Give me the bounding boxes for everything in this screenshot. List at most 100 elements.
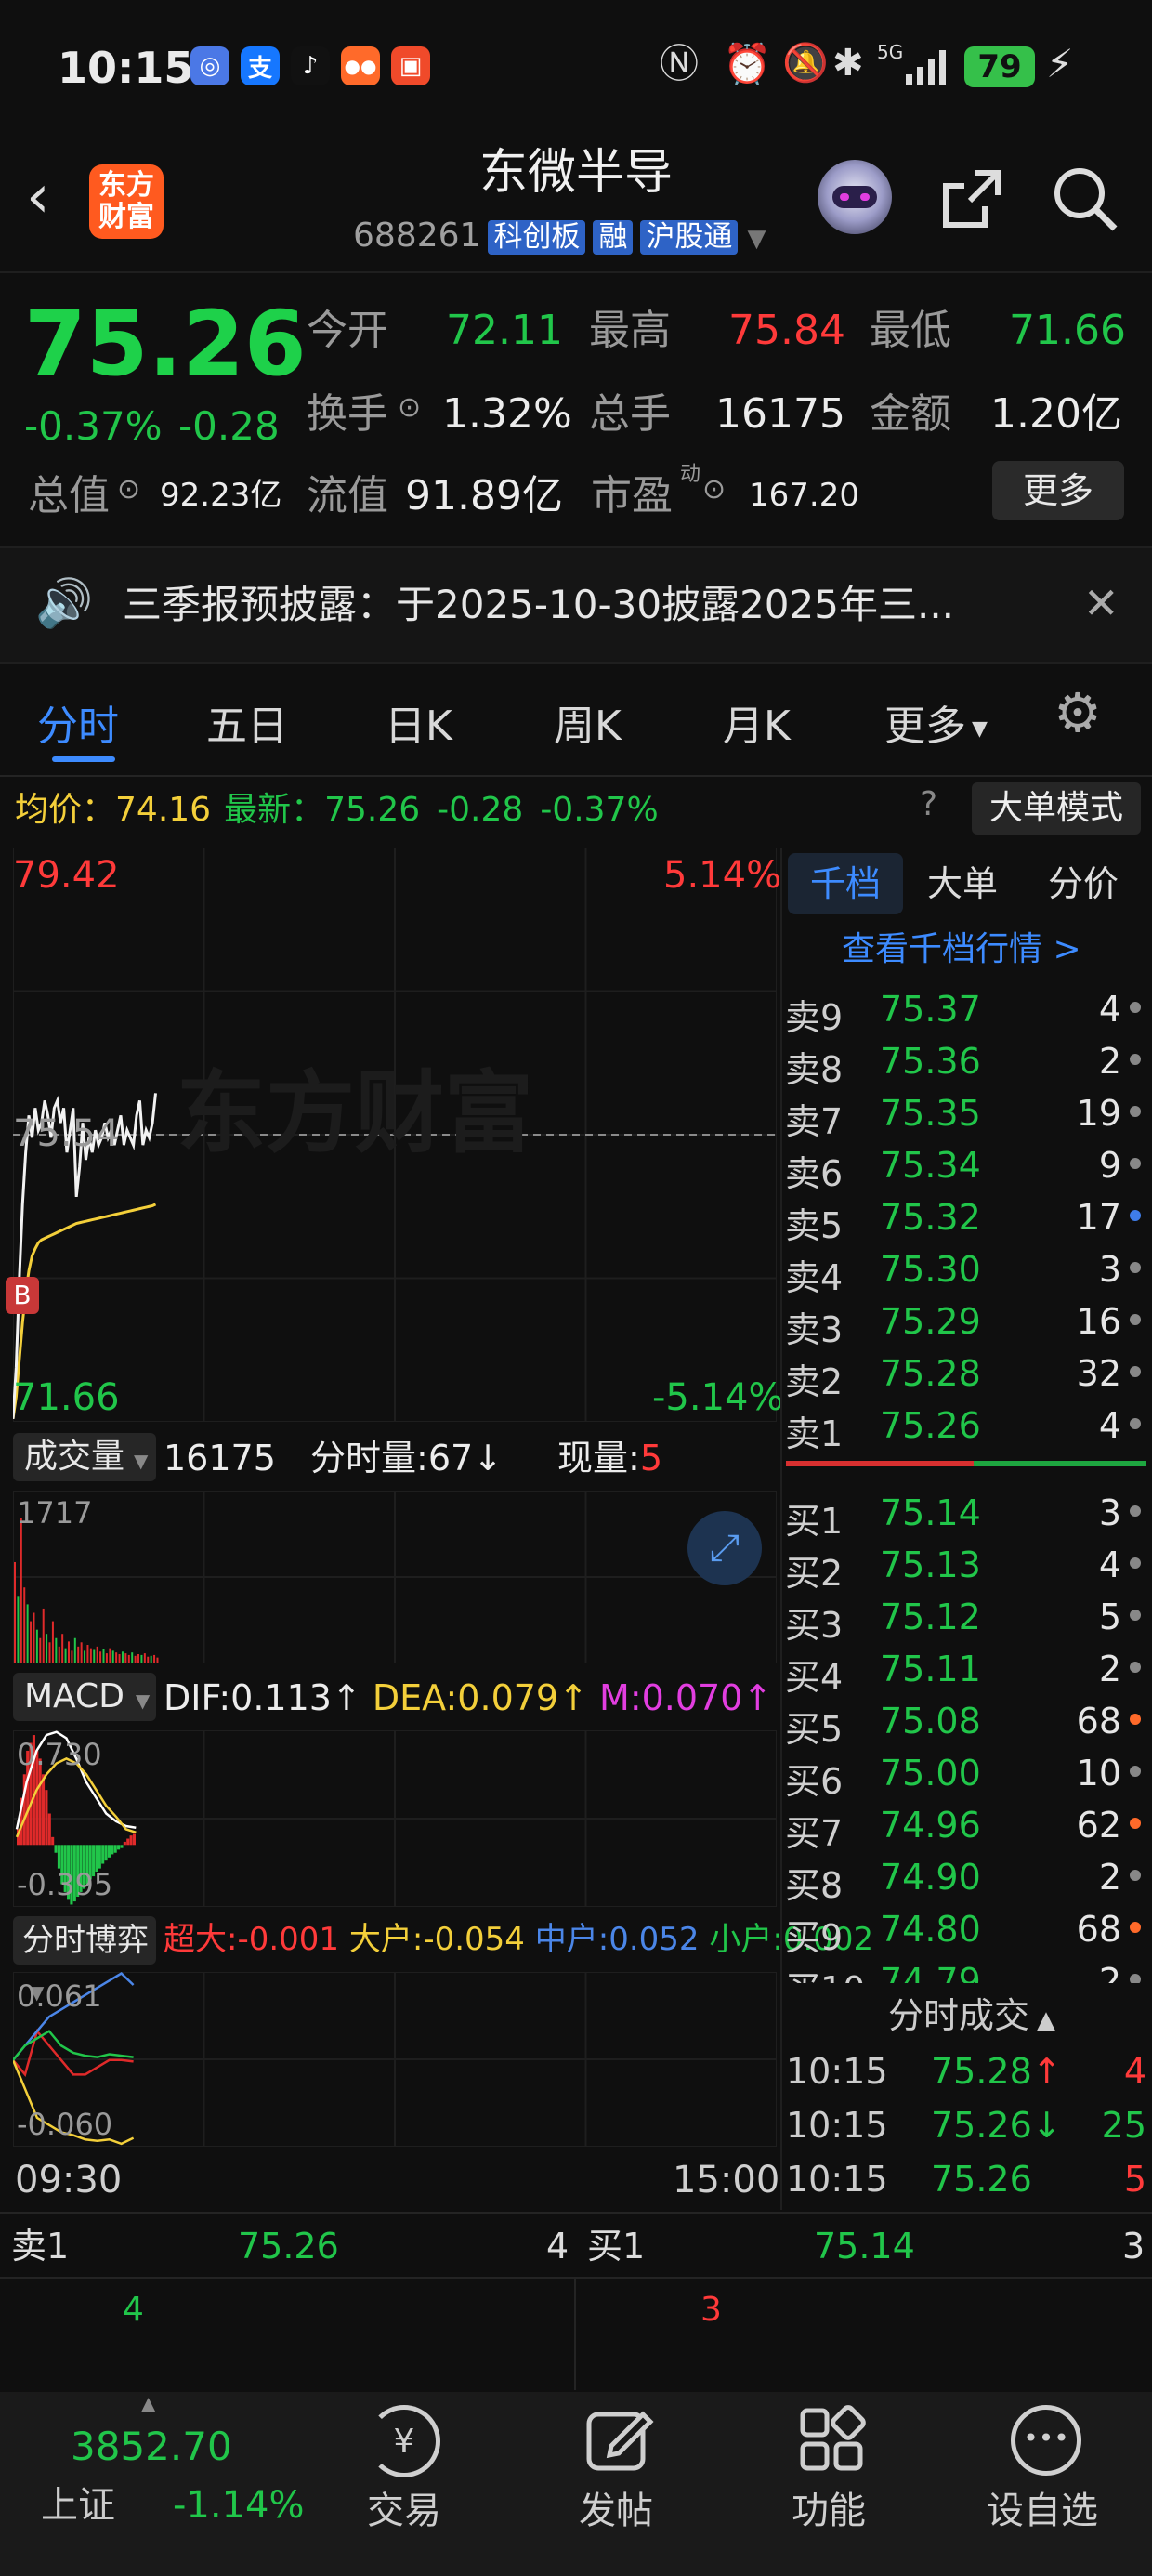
tab-more[interactable]: 更多 ▼ bbox=[884, 692, 988, 752]
order-dot bbox=[1130, 1557, 1141, 1569]
divider bbox=[0, 271, 1152, 273]
index-value[interactable]: 3852.70 bbox=[71, 2427, 232, 2466]
stock-code: 688261 bbox=[353, 217, 481, 255]
macd-bar bbox=[47, 1813, 51, 1846]
period-volume-label: 分时量: bbox=[310, 1438, 428, 1479]
big-order-mode-button[interactable]: 大单模式 bbox=[972, 782, 1141, 835]
ask-row[interactable]: 卖9 75.37 4 bbox=[785, 983, 1147, 1038]
stock-code-row[interactable]: 688261 科创板融沪股通 ▼ bbox=[353, 219, 766, 255]
tab-price-dist[interactable]: 分价 bbox=[1048, 866, 1119, 901]
ask-price: 75.37 bbox=[880, 989, 981, 1030]
volume-bar bbox=[127, 1654, 130, 1663]
current-volume-label: 现量: bbox=[557, 1438, 640, 1479]
bid-row[interactable]: 买4 75.11 2 bbox=[785, 1643, 1147, 1698]
high-label: 最高 bbox=[589, 307, 671, 354]
speaker-icon: 🔊 bbox=[35, 576, 94, 630]
macd-bar bbox=[57, 1845, 60, 1869]
volume-bar bbox=[80, 1642, 83, 1663]
ask-row[interactable]: 卖3 75.29 16 bbox=[785, 1295, 1147, 1350]
trade-icon[interactable]: ¥ bbox=[368, 2405, 440, 2477]
function-grid-icon[interactable] bbox=[797, 2405, 868, 2476]
ask-row[interactable]: 卖2 75.28 32 bbox=[785, 1347, 1147, 1402]
volume-bar bbox=[39, 1637, 42, 1663]
macd-chart[interactable] bbox=[13, 1730, 777, 1907]
bid-row[interactable]: 买7 74.96 62 bbox=[785, 1799, 1147, 1854]
divider bbox=[0, 775, 1152, 777]
buy-marker[interactable]: B bbox=[6, 1277, 39, 1314]
close-icon[interactable]: ✕ bbox=[1083, 582, 1119, 624]
macd-bar bbox=[111, 1845, 114, 1855]
tab-daily-k[interactable]: 日K bbox=[385, 692, 452, 752]
flow-top-label: 0.061 bbox=[17, 1978, 102, 2014]
volume-indicator-label: 成交量 bbox=[24, 1438, 125, 1476]
flow-big: 大户:-0.054 bbox=[348, 1921, 525, 1958]
nav-post[interactable]: 发帖 bbox=[579, 2492, 653, 2530]
flow-chart[interactable] bbox=[13, 1972, 777, 2147]
tag-margin: 融 bbox=[593, 220, 634, 255]
flow-indicator-select[interactable]: 分时博弈▼ bbox=[13, 1916, 156, 2004]
bid-row[interactable]: 买5 75.08 68 bbox=[785, 1695, 1147, 1750]
bid-row[interactable]: 买9 74.80 68 bbox=[785, 1903, 1147, 1958]
bid-price: 75.12 bbox=[880, 1597, 981, 1637]
nav-watchlist[interactable]: 设自选 bbox=[987, 2492, 1098, 2530]
nav-trade[interactable]: 交易 bbox=[367, 2492, 441, 2530]
macd-indicator-select[interactable]: MACD ▼ bbox=[13, 1673, 156, 1721]
post-icon[interactable] bbox=[583, 2405, 654, 2476]
info-icon[interactable]: ⊙ bbox=[117, 476, 140, 504]
share-icon[interactable] bbox=[938, 165, 1005, 232]
tab-intraday[interactable]: 分时 bbox=[37, 692, 119, 752]
tab-depth[interactable]: 千档 bbox=[788, 853, 903, 914]
ask-row[interactable]: 卖7 75.35 19 bbox=[785, 1087, 1147, 1142]
bid-row[interactable]: 买3 75.12 5 bbox=[785, 1591, 1147, 1646]
ask-row[interactable]: 卖6 75.34 9 bbox=[785, 1139, 1147, 1194]
index-name[interactable]: 上证 bbox=[41, 2487, 115, 2524]
volume-indicator-select[interactable]: 成交量 ▼ bbox=[13, 1433, 156, 1481]
volume-max-label: 1717 bbox=[17, 1495, 93, 1531]
bid-price: 74.96 bbox=[880, 1805, 981, 1846]
search-icon[interactable] bbox=[1050, 164, 1120, 234]
ask-row[interactable]: 卖8 75.36 2 bbox=[785, 1035, 1147, 1090]
nav-function[interactable]: 功能 bbox=[792, 2492, 866, 2530]
tag-star-market: 科创板 bbox=[488, 220, 586, 255]
robot-assistant-icon[interactable] bbox=[818, 160, 892, 234]
order-dot bbox=[1130, 1106, 1141, 1117]
alarm-icon: ⏰ bbox=[723, 41, 772, 86]
ask-qty: 32 bbox=[1076, 1353, 1121, 1394]
tab-big-order[interactable]: 大单 bbox=[927, 866, 998, 901]
ask-row[interactable]: 卖5 75.32 17 bbox=[785, 1191, 1147, 1246]
last-value: 75.26 bbox=[324, 791, 421, 829]
bid-row[interactable]: 买2 75.13 4 bbox=[785, 1539, 1147, 1594]
bottom-sell-label: 卖1 bbox=[11, 2226, 70, 2267]
depth-link[interactable]: 查看千档行情 > bbox=[842, 933, 1081, 966]
volume-bar bbox=[118, 1654, 121, 1663]
volume-bar bbox=[64, 1648, 67, 1663]
bottom-buy-label: 买1 bbox=[587, 2226, 646, 2267]
more-dots-icon[interactable]: ••• bbox=[1011, 2405, 1081, 2476]
more-button[interactable]: 更多 bbox=[992, 461, 1124, 520]
index-pct[interactable]: -1.14% bbox=[173, 2487, 305, 2524]
ask-row[interactable]: 卖4 75.30 3 bbox=[785, 1243, 1147, 1298]
expand-icon[interactable]: ⤢ bbox=[687, 1511, 762, 1585]
mcap-label: 总值 bbox=[28, 472, 110, 519]
tab-5day[interactable]: 五日 bbox=[206, 692, 288, 752]
bid-row[interactable]: 买1 75.14 3 bbox=[785, 1487, 1147, 1542]
settings-gear-icon[interactable]: ⚙ bbox=[1054, 686, 1102, 740]
volume-label: 总手 bbox=[589, 390, 671, 438]
help-icon[interactable]: ? bbox=[920, 788, 937, 821]
volume-bar bbox=[147, 1656, 150, 1663]
ask-qty: 16 bbox=[1076, 1301, 1121, 1342]
ask-row[interactable]: 卖1 75.26 4 bbox=[785, 1400, 1147, 1454]
volume-bar bbox=[140, 1654, 143, 1663]
app-icon-4: ●● bbox=[341, 46, 380, 85]
volume-chart[interactable] bbox=[13, 1491, 777, 1663]
notice-bar[interactable]: 🔊 三季报预披露：于2025-10-30披露2025年三... ✕ bbox=[0, 546, 1152, 664]
info-icon[interactable]: ⊙ bbox=[398, 394, 421, 422]
bid-row[interactable]: 买6 75.00 10 bbox=[785, 1747, 1147, 1802]
tab-weekly-k[interactable]: 周K bbox=[554, 692, 622, 752]
tab-monthly-k[interactable]: 月K bbox=[723, 692, 791, 752]
bid-row[interactable]: 买8 74.90 2 bbox=[785, 1851, 1147, 1906]
ticks-title[interactable]: 分时成交 ▲ bbox=[888, 1998, 1055, 2033]
info-icon[interactable]: ⊙ bbox=[702, 476, 726, 504]
volume-bar bbox=[124, 1653, 127, 1663]
ask-level: 卖6 bbox=[785, 1153, 844, 1194]
